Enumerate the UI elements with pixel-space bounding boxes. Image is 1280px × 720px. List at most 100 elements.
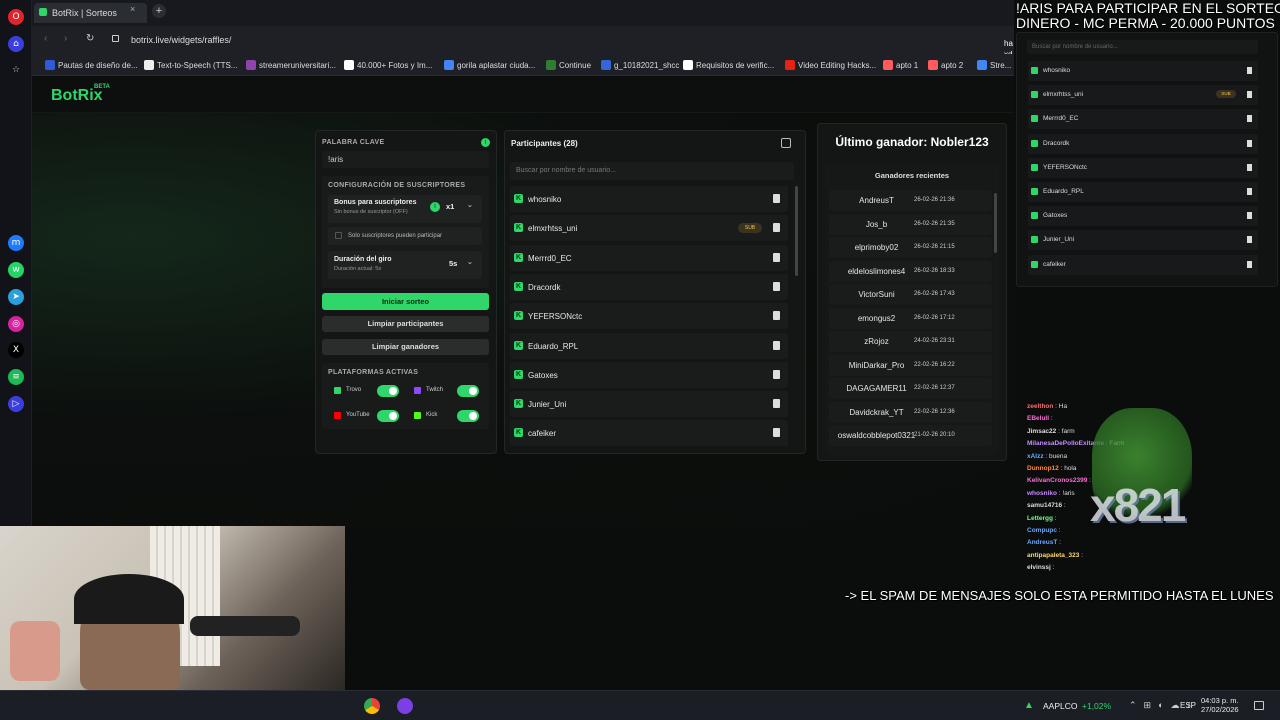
back-icon[interactable]: ‹ [44,33,47,44]
participants-scrollbar[interactable] [795,186,798,276]
clear-winners-button[interactable]: Limpiar ganadores [322,339,489,355]
info-icon[interactable]: i [481,138,490,147]
clear-participants-button[interactable]: Limpiar participantes [322,316,489,332]
telegram-icon[interactable]: ➤ [8,289,24,305]
bonus-info-icon[interactable]: i [430,202,440,212]
platform-twitch-icon [414,387,421,394]
subs-only-label: Solo suscriptores pueden participar [348,233,443,239]
platform-toggle[interactable] [377,410,399,422]
bookmark-item[interactable]: Stre... [990,61,1011,70]
trash-icon[interactable] [773,399,780,409]
beta-badge: BETA [94,84,110,90]
trash-icon[interactable] [773,369,780,379]
participant-row[interactable]: K Junier_Uni [510,391,788,418]
kick-icon: K [514,369,523,379]
spotify-icon[interactable]: ≡ [8,369,24,385]
subs-only-checkbox[interactable] [335,232,342,239]
bookmark-item[interactable]: Video Editing Hacks... [798,61,876,70]
clock[interactable]: 04:03 p. m. 27/02/2026 [1201,696,1239,714]
reload-icon[interactable]: ↻ [86,33,94,44]
instagram-icon[interactable]: ◎ [8,316,24,332]
chat-separator: : [1056,527,1061,534]
star-icon[interactable]: ☆ [8,62,24,78]
chat-message: whosniko : !aris [1027,490,1075,497]
bookmark-item[interactable]: streameruniversitari... [259,61,336,70]
bookmark-item[interactable]: g_10182021_shcc [614,61,679,70]
platform-toggle[interactable] [457,410,479,422]
webcam-feed [0,526,345,690]
participant-row[interactable]: K Eduardo_RPL [510,332,788,359]
bookmark-item[interactable]: Pautas de diseño de... [58,61,138,70]
chat-text: Ha [1058,403,1068,410]
participant-row[interactable]: K YEFERSONctc [510,303,788,330]
participant-row[interactable]: Kelmxrhtss_uni SUB [510,215,788,242]
chat-user: AndreusT [1027,539,1058,547]
participant-row[interactable]: K Gatoxes [510,361,788,388]
bookmark-item[interactable]: 40.000+ Fotos y Im... [357,61,432,70]
player-icon[interactable]: ▷ [8,396,24,412]
participant-row[interactable]: K Dracordk [510,273,788,300]
banner-line-1: !ARIS PARA PARTICIPAR EN EL SORTEO: [1016,0,1280,16]
winners-scrollbar[interactable] [994,193,997,253]
chat-user: EBelull [1027,415,1050,423]
bookmark-item[interactable]: apto 2 [941,61,963,70]
winner-date: 26-02-26 18:33 [914,267,955,274]
notification-icon[interactable] [1254,701,1264,710]
chrome-icon[interactable] [364,698,380,714]
start-raffle-button[interactable]: Iniciar sorteo [322,293,489,310]
language-indicator[interactable]: ESP [1180,701,1196,710]
forward-icon[interactable]: › [64,33,67,44]
trash-icon[interactable] [773,340,780,350]
whatsapp-icon[interactable]: w [8,262,24,278]
messenger-icon[interactable]: m [8,235,24,251]
duration-select[interactable]: 5s ⌄ [449,259,477,271]
tab-close-icon[interactable]: × [130,4,135,14]
bookmark-item[interactable]: apto 1 [896,61,918,70]
obs-icon[interactable] [397,698,413,714]
platform-youtube-icon [334,412,341,419]
kick-icon: K [514,340,523,350]
bookmark-item[interactable]: Text-to-Speech (TTS... [157,61,237,70]
bookmark-item[interactable]: Continue [559,61,591,70]
bonus-select[interactable]: x1 ⌄ [446,202,476,214]
overlay-participant-row: whosniko [1028,61,1258,81]
chat-message: EBelull : [1027,415,1053,422]
trash-icon[interactable] [773,194,780,203]
sub-badge: SUB [1216,90,1236,99]
platform-label: Kick [426,412,438,418]
copy-icon[interactable] [781,138,791,148]
kick-icon: K [514,399,523,409]
opera-logo-icon[interactable]: O [8,9,24,25]
bookmark-item[interactable]: Requisitos de verific... [696,61,774,70]
trash-icon[interactable] [773,311,780,321]
trash-icon[interactable] [773,223,780,233]
kick-icon [1031,163,1038,171]
keyword-label: PALABRA CLAVE [322,139,385,146]
keyword-input[interactable]: !aris [322,151,489,168]
trash-icon[interactable] [773,281,780,291]
new-tab-button[interactable]: + [152,4,166,18]
chat-separator: : [1053,514,1057,522]
stock-name[interactable]: AAPLCO [1043,701,1078,711]
platform-toggle[interactable] [377,385,399,397]
trash-icon[interactable] [773,252,780,262]
participant-row[interactable]: Kcafeiker [510,420,788,447]
url-field[interactable]: botrix.live/widgets/raffles/ [131,35,231,45]
bookmark-item[interactable]: gorila aplastar ciuda... [457,61,535,70]
platform-toggle[interactable] [457,385,479,397]
home-icon[interactable]: ⌂ [8,36,24,52]
trash-icon [1247,188,1252,195]
overlay-participant-name: Eduardo_RPL [1043,188,1084,195]
winner-row: Jos_b 26-02-26 21:35 [829,213,992,235]
participant-row[interactable]: K Merrrd0_EC [510,244,788,271]
kick-icon: K [514,194,523,203]
winner-name: VictorSuni [858,290,895,299]
trash-icon [1247,163,1252,171]
kick-icon [1031,188,1038,195]
participant-name: YEFERSONctc [528,312,583,322]
participants-search-input[interactable]: Buscar por nombre de usuario... [510,162,794,180]
x-icon[interactable]: X [8,342,24,358]
browser-titlebar [32,0,1014,26]
participant-row[interactable]: Kwhosniko [510,186,788,212]
trash-icon[interactable] [773,428,780,438]
